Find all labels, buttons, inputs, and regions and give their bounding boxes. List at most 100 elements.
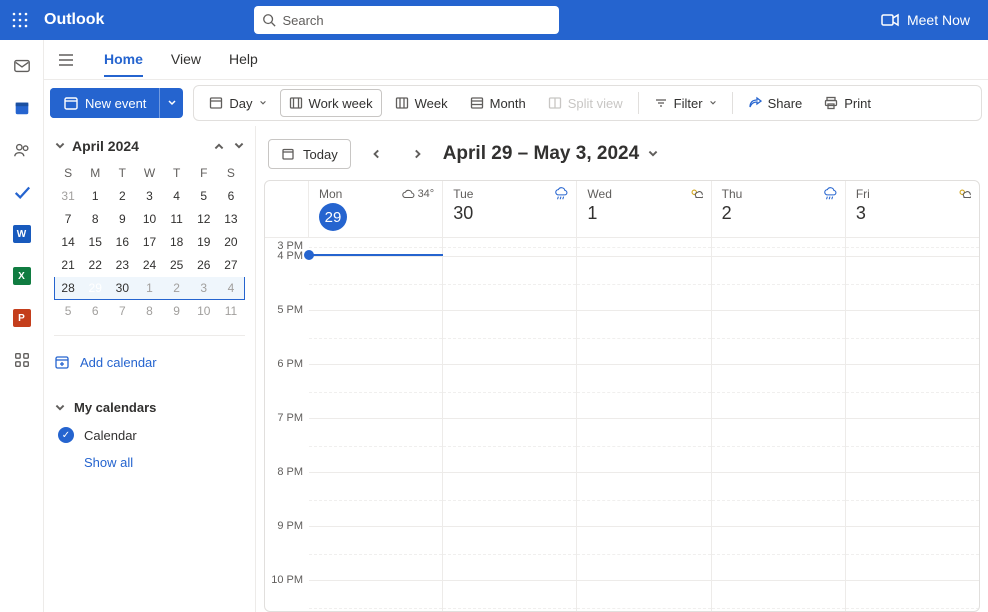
next-week-button[interactable] (403, 140, 431, 168)
time-slot[interactable] (577, 256, 711, 310)
time-slot[interactable] (846, 310, 979, 364)
mini-day[interactable]: 18 (163, 231, 190, 254)
time-slot[interactable] (846, 364, 979, 418)
mini-day[interactable]: 29 (82, 277, 109, 300)
mini-day[interactable]: 28 (55, 277, 82, 300)
show-all-link[interactable]: Show all (54, 449, 245, 476)
mini-day[interactable]: 16 (109, 231, 136, 254)
time-slot[interactable] (577, 472, 711, 526)
todo-rail-icon[interactable] (12, 182, 32, 202)
mini-day[interactable]: 5 (55, 300, 82, 323)
time-slot[interactable] (712, 472, 846, 526)
time-slot[interactable] (443, 310, 577, 364)
day-header[interactable]: Mon2934° (309, 181, 443, 237)
mail-rail-icon[interactable] (12, 56, 32, 76)
chevron-down-icon[interactable] (54, 140, 66, 152)
time-slot[interactable] (577, 310, 711, 364)
time-slot[interactable] (712, 310, 846, 364)
meet-now-button[interactable]: Meet Now (881, 12, 970, 28)
calendar-rail-icon[interactable] (12, 98, 32, 118)
mini-day[interactable]: 9 (109, 208, 136, 231)
search-input[interactable]: Search (254, 6, 559, 34)
mini-day[interactable]: 31 (55, 185, 82, 208)
mini-calendar[interactable]: SMTWTFS311234567891011121314151617181920… (54, 162, 245, 323)
time-slot[interactable] (712, 580, 846, 611)
time-slot[interactable] (712, 418, 846, 472)
mini-day[interactable]: 12 (190, 208, 217, 231)
mini-day[interactable]: 14 (55, 231, 82, 254)
mini-day[interactable]: 15 (82, 231, 109, 254)
app-launcher-button[interactable] (0, 0, 40, 40)
time-slot[interactable] (309, 364, 443, 418)
mini-day[interactable]: 2 (109, 185, 136, 208)
time-slot[interactable] (846, 580, 979, 611)
mini-day[interactable]: 20 (217, 231, 244, 254)
time-slot[interactable] (309, 256, 443, 310)
tab-help[interactable]: Help (229, 43, 258, 77)
mini-day[interactable]: 11 (217, 300, 244, 323)
next-month-button[interactable] (233, 140, 245, 152)
excel-rail-icon[interactable]: X (12, 266, 32, 286)
week-view-button[interactable]: Week (386, 89, 457, 117)
share-button[interactable]: Share (739, 89, 812, 117)
day-view-button[interactable]: Day (200, 89, 275, 117)
mini-day[interactable]: 17 (136, 231, 163, 254)
my-calendars-group[interactable]: My calendars (54, 394, 245, 421)
hamburger-button[interactable] (58, 52, 74, 68)
time-slot[interactable] (309, 418, 443, 472)
calendar-item[interactable]: ✓Calendar (54, 421, 245, 449)
weather-icon[interactable] (689, 187, 703, 201)
time-slot[interactable] (309, 526, 443, 580)
split-view-button[interactable]: Split view (539, 89, 632, 117)
mini-day[interactable]: 9 (163, 300, 190, 323)
add-calendar-button[interactable]: Add calendar (54, 348, 245, 376)
mini-day[interactable]: 1 (82, 185, 109, 208)
time-slot[interactable] (577, 418, 711, 472)
calendar-checkbox[interactable]: ✓ (58, 427, 74, 443)
mini-day[interactable]: 19 (190, 231, 217, 254)
mini-day[interactable]: 10 (136, 208, 163, 231)
mini-day[interactable]: 10 (190, 300, 217, 323)
time-slot[interactable] (846, 418, 979, 472)
weather-icon[interactable] (957, 187, 971, 201)
mini-day[interactable]: 8 (82, 208, 109, 231)
month-view-button[interactable]: Month (461, 89, 535, 117)
mini-day[interactable]: 22 (82, 254, 109, 277)
mini-day[interactable]: 23 (109, 254, 136, 277)
date-range-title[interactable]: April 29 – May 3, 2024 (443, 143, 659, 165)
today-button[interactable]: Today (268, 139, 351, 169)
mini-day[interactable]: 8 (136, 300, 163, 323)
time-slot[interactable] (846, 526, 979, 580)
mini-day[interactable]: 6 (82, 300, 109, 323)
time-slot[interactable] (577, 364, 711, 418)
time-slot[interactable] (846, 472, 979, 526)
mini-day[interactable]: 3 (190, 277, 217, 300)
time-slot[interactable] (577, 238, 711, 256)
mini-day[interactable]: 21 (55, 254, 82, 277)
mini-day[interactable]: 24 (136, 254, 163, 277)
time-slot[interactable] (577, 526, 711, 580)
day-header[interactable]: Wed1 (577, 181, 711, 237)
print-button[interactable]: Print (815, 89, 880, 117)
time-slot[interactable] (712, 364, 846, 418)
new-event-button[interactable]: New event (50, 88, 183, 118)
prev-week-button[interactable] (363, 140, 391, 168)
time-slot[interactable] (443, 256, 577, 310)
weather-icon[interactable] (823, 187, 837, 201)
mini-day[interactable]: 6 (217, 185, 244, 208)
time-slot[interactable] (443, 418, 577, 472)
tab-home[interactable]: Home (104, 43, 143, 77)
time-slot[interactable] (309, 580, 443, 611)
mini-day[interactable]: 1 (136, 277, 163, 300)
day-header[interactable]: Thu2 (712, 181, 846, 237)
mini-day[interactable]: 5 (190, 185, 217, 208)
mini-day[interactable]: 2 (163, 277, 190, 300)
mini-day[interactable]: 7 (109, 300, 136, 323)
mini-day[interactable]: 7 (55, 208, 82, 231)
word-rail-icon[interactable]: W (12, 224, 32, 244)
mini-day[interactable]: 30 (109, 277, 136, 300)
day-header[interactable]: Tue30 (443, 181, 577, 237)
time-slot[interactable] (846, 238, 979, 256)
prev-month-button[interactable] (213, 140, 225, 152)
work-week-view-button[interactable]: Work week (280, 89, 382, 117)
